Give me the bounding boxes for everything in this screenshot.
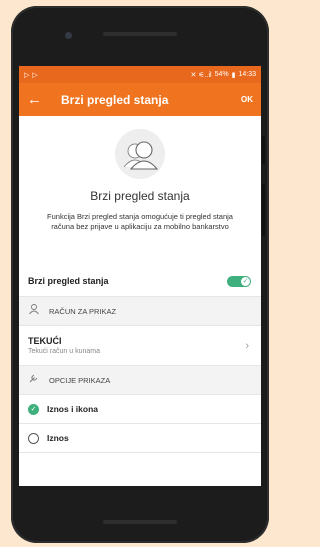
battery-icon: ▮ <box>231 71 236 79</box>
app-bar: ← Brzi pregled stanja OK <box>19 83 261 116</box>
battery-percent: 54% <box>214 71 229 78</box>
power-button <box>262 136 265 164</box>
toggle-label: Brzi pregled stanja <box>28 276 109 286</box>
earpiece-speaker <box>103 32 177 36</box>
user-outline-icon <box>28 302 40 320</box>
ok-button[interactable]: OK <box>241 95 253 104</box>
option-amount-and-icon[interactable]: ✓ Iznos i ikona <box>19 395 261 424</box>
account-name: TEKUĆI <box>28 336 62 346</box>
status-bar: ▷ ▷ ✕ ⚟..il 54% ▮ 14:33 <box>19 66 261 83</box>
page-title: Brzi pregled stanja <box>61 92 169 107</box>
option-label: Iznos <box>47 433 69 443</box>
quick-balance-toggle-row[interactable]: Brzi pregled stanja ✓ <box>19 266 261 297</box>
account-selector[interactable]: TEKUĆI Tekući račun u kunama › <box>19 326 261 366</box>
app-screen: ▷ ▷ ✕ ⚟..il 54% ▮ 14:33 ← Brzi pregled s… <box>19 66 261 486</box>
quick-balance-switch[interactable]: ✓ <box>227 275 251 287</box>
volume-button <box>262 184 265 236</box>
front-camera <box>65 32 72 39</box>
feature-description: Funkcija Brzi pregled stanja omogućuje t… <box>47 212 233 231</box>
account-description: Tekući račun u kunama <box>28 348 100 355</box>
user-silhouette-icon <box>115 129 165 179</box>
radio-checked-icon[interactable]: ✓ <box>28 403 39 415</box>
signal-indicator: ✕ ⚟..il <box>190 71 212 79</box>
account-section-header: RAČUN ZA PRIKAZ <box>19 297 261 326</box>
chevron-right-icon: › <box>245 339 249 352</box>
section-title: RAČUN ZA PRIKAZ <box>49 306 117 316</box>
feature-title: Brzi pregled stanja <box>90 189 190 203</box>
play-icon: ▷ <box>32 71 38 79</box>
check-icon: ✓ <box>241 276 250 286</box>
play-icon: ▷ <box>24 71 30 79</box>
radio-unchecked-icon[interactable] <box>28 432 39 444</box>
arrow-left-icon[interactable]: ← <box>27 91 49 108</box>
section-title: OPCIJE PRIKAZA <box>49 375 111 385</box>
status-time: 14:33 <box>238 71 256 78</box>
display-options-header: OPCIJE PRIKAZA <box>19 366 261 395</box>
option-label: Iznos i ikona <box>47 404 99 414</box>
wrench-icon <box>28 371 40 389</box>
option-amount[interactable]: Iznos <box>19 424 261 453</box>
feature-intro: Brzi pregled stanja Funkcija Brzi pregle… <box>19 116 261 266</box>
bottom-speaker <box>103 520 177 524</box>
